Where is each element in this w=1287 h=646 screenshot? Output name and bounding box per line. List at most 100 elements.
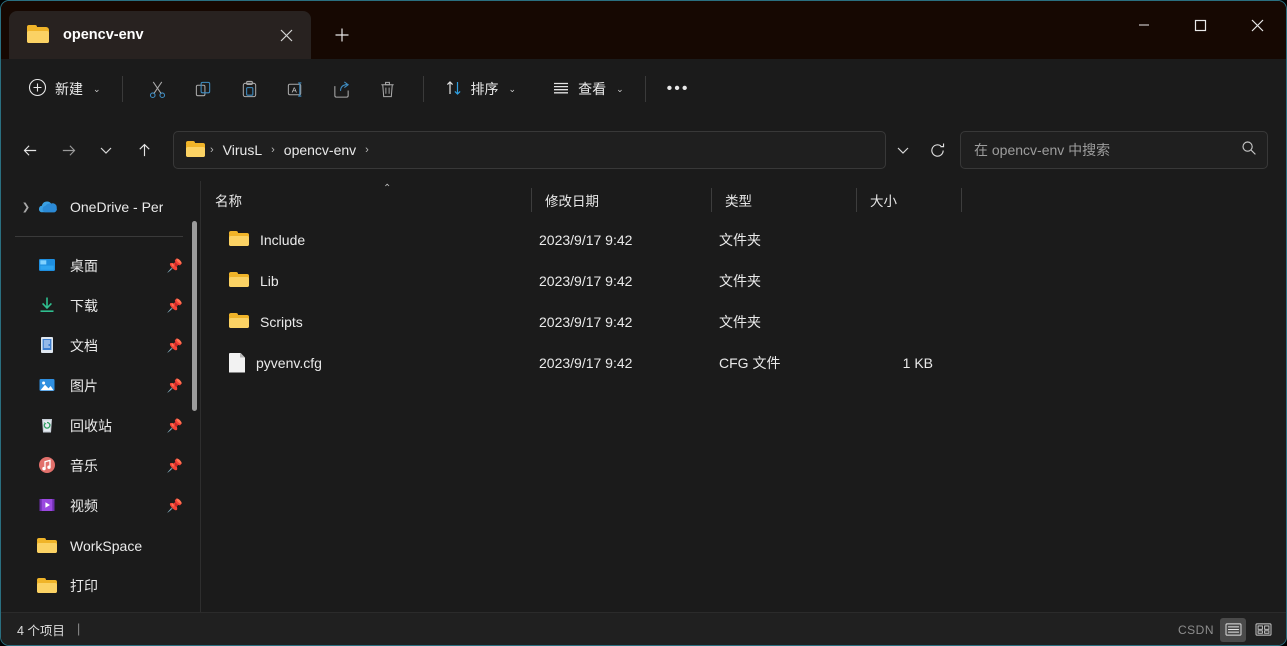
pin-icon[interactable]: 📌 — [167, 498, 183, 514]
close-icon[interactable] — [271, 20, 301, 50]
table-row[interactable]: Scripts 2023/9/17 9:42 文件夹 — [207, 301, 1280, 342]
sidebar-item-downloads[interactable]: 下载 📌 — [9, 286, 193, 326]
sidebar-item-documents[interactable]: 文档 📌 — [9, 326, 193, 366]
search-input[interactable]: 在 opencv-env 中搜索 — [960, 131, 1268, 169]
table-row[interactable]: Include 2023/9/17 9:42 文件夹 — [207, 219, 1280, 260]
table-row[interactable]: Lib 2023/9/17 9:42 文件夹 — [207, 260, 1280, 301]
maximize-button[interactable] — [1172, 1, 1229, 49]
window-controls — [1115, 1, 1286, 49]
sidebar-item-videos[interactable]: 视频 📌 — [9, 486, 193, 526]
file-list-pane: 名称 ⌃ 修改日期 类型 大小 Include 2023/9/17 9:42 文… — [201, 181, 1286, 612]
command-bar: 新建 ⌄ A 排序 ⌄ 查看 ⌄ ••• — [1, 59, 1286, 119]
sidebar-item-label: WorkSpace — [70, 538, 143, 554]
breadcrumb-item-opencv-env[interactable]: opencv-env — [280, 142, 360, 158]
sidebar-item-onedrive[interactable]: ❯ OneDrive - Per — [9, 187, 193, 227]
paste-icon[interactable] — [230, 70, 270, 108]
folder-icon — [186, 141, 205, 158]
sidebar-item-workspace[interactable]: WorkSpace — [9, 526, 193, 566]
main-area: ❯ OneDrive - Per 桌面 📌 下载 📌 文档 📌 图片 📌 回收站… — [1, 181, 1286, 612]
new-button[interactable]: 新建 ⌄ — [19, 71, 110, 107]
more-options-button[interactable]: ••• — [658, 71, 699, 107]
file-name: pyvenv.cfg — [256, 354, 322, 371]
breadcrumb-item-virusl[interactable]: VirusL — [219, 142, 266, 158]
file-type: CFG 文件 — [719, 354, 781, 371]
sort-button[interactable]: 排序 ⌄ — [436, 71, 526, 107]
chevron-right-icon[interactable]: ❯ — [15, 202, 37, 213]
pictures-icon — [37, 375, 59, 397]
search-placeholder: 在 opencv-env 中搜索 — [974, 142, 1111, 158]
svg-text:A: A — [292, 85, 298, 94]
sidebar-scrollbar[interactable] — [192, 221, 197, 411]
file-date: 2023/9/17 9:42 — [539, 313, 633, 330]
new-tab-button[interactable] — [321, 14, 363, 56]
search-icon[interactable] — [1241, 140, 1257, 161]
view-button[interactable]: 查看 ⌄ — [543, 71, 633, 107]
forward-button[interactable] — [49, 131, 87, 169]
sidebar-item-label: 图片 — [70, 378, 98, 394]
column-headers: 名称 ⌃ 修改日期 类型 大小 — [201, 181, 1286, 219]
rename-icon[interactable]: A — [276, 70, 316, 108]
table-row[interactable]: pyvenv.cfg 2023/9/17 9:42 CFG 文件 1 KB — [207, 342, 1280, 383]
delete-icon[interactable] — [368, 70, 408, 108]
divider — [422, 76, 424, 102]
folder-icon — [229, 313, 249, 330]
sidebar-item-desktop[interactable]: 桌面 📌 — [9, 246, 193, 286]
file-name-cell: Lib — [207, 272, 531, 289]
folder-icon — [27, 25, 49, 44]
folder-icon — [37, 535, 59, 557]
file-explorer-window: opencv-env 新建 ⌄ A 排序 ⌄ 查看 ⌄ ••• › VirusL… — [0, 0, 1287, 646]
column-header-date[interactable]: 修改日期 — [531, 181, 711, 219]
minimize-button[interactable] — [1115, 1, 1172, 49]
file-date: 2023/9/17 9:42 — [539, 354, 633, 371]
videos-icon — [37, 495, 59, 517]
tab-strip: opencv-env — [1, 1, 363, 59]
tab-opencv-env[interactable]: opencv-env — [9, 11, 311, 59]
divider — [15, 236, 183, 237]
breadcrumb-separator: › — [365, 144, 369, 156]
file-size: 1 KB — [902, 354, 933, 371]
column-header-label: 名称 — [215, 194, 242, 209]
sidebar-item-label: 打印 — [70, 578, 98, 594]
column-header-name[interactable]: 名称 ⌃ — [201, 181, 531, 219]
pin-icon[interactable]: 📌 — [167, 458, 183, 474]
cut-icon[interactable] — [138, 70, 178, 108]
sidebar-item-recyclebin[interactable]: 回收站 📌 — [9, 406, 193, 446]
divider — [644, 76, 646, 102]
more-options-label: ••• — [666, 80, 690, 97]
chevron-down-icon: ⌄ — [508, 83, 517, 94]
chevron-down-icon[interactable] — [886, 131, 920, 169]
close-button[interactable] — [1229, 1, 1286, 49]
pin-icon[interactable]: 📌 — [167, 418, 183, 434]
file-name: Lib — [260, 272, 279, 289]
pin-icon[interactable]: 📌 — [167, 378, 183, 394]
sidebar-item-label: OneDrive - Per — [70, 199, 164, 215]
copy-icon[interactable] — [184, 70, 224, 108]
column-header-label: 大小 — [870, 194, 897, 209]
chevron-down-icon: ⌄ — [93, 83, 101, 94]
file-rows: Include 2023/9/17 9:42 文件夹 Lib 2023/9/17… — [201, 219, 1286, 612]
column-header-size[interactable]: 大小 — [856, 181, 961, 219]
sidebar-item-pictures[interactable]: 图片 📌 — [9, 366, 193, 406]
breadcrumb[interactable]: › VirusL › opencv-env › — [173, 131, 886, 169]
pin-icon[interactable]: 📌 — [167, 338, 183, 354]
tab-label: opencv-env — [63, 27, 144, 43]
back-button[interactable] — [11, 131, 49, 169]
details-view-icon[interactable] — [1220, 617, 1246, 642]
sort-arrows-icon — [445, 79, 463, 100]
share-icon[interactable] — [322, 70, 362, 108]
sidebar-item-label: 音乐 — [70, 458, 98, 474]
sidebar-item-print[interactable]: 打印 — [9, 566, 193, 606]
refresh-icon[interactable] — [920, 131, 954, 169]
pin-icon[interactable]: 📌 — [167, 258, 183, 274]
folder-icon — [229, 272, 249, 289]
column-header-type[interactable]: 类型 — [711, 181, 856, 219]
file-name: Include — [260, 231, 306, 248]
folder-icon — [229, 231, 249, 248]
recent-locations-button[interactable] — [87, 131, 125, 169]
sidebar-item-music[interactable]: 音乐 📌 — [9, 446, 193, 486]
pin-icon[interactable]: 📌 — [167, 298, 183, 314]
sort-ascending-icon: ⌃ — [383, 183, 392, 194]
up-button[interactable] — [125, 131, 163, 169]
large-icons-view-icon[interactable] — [1250, 618, 1276, 642]
desktop-icon — [37, 255, 59, 277]
